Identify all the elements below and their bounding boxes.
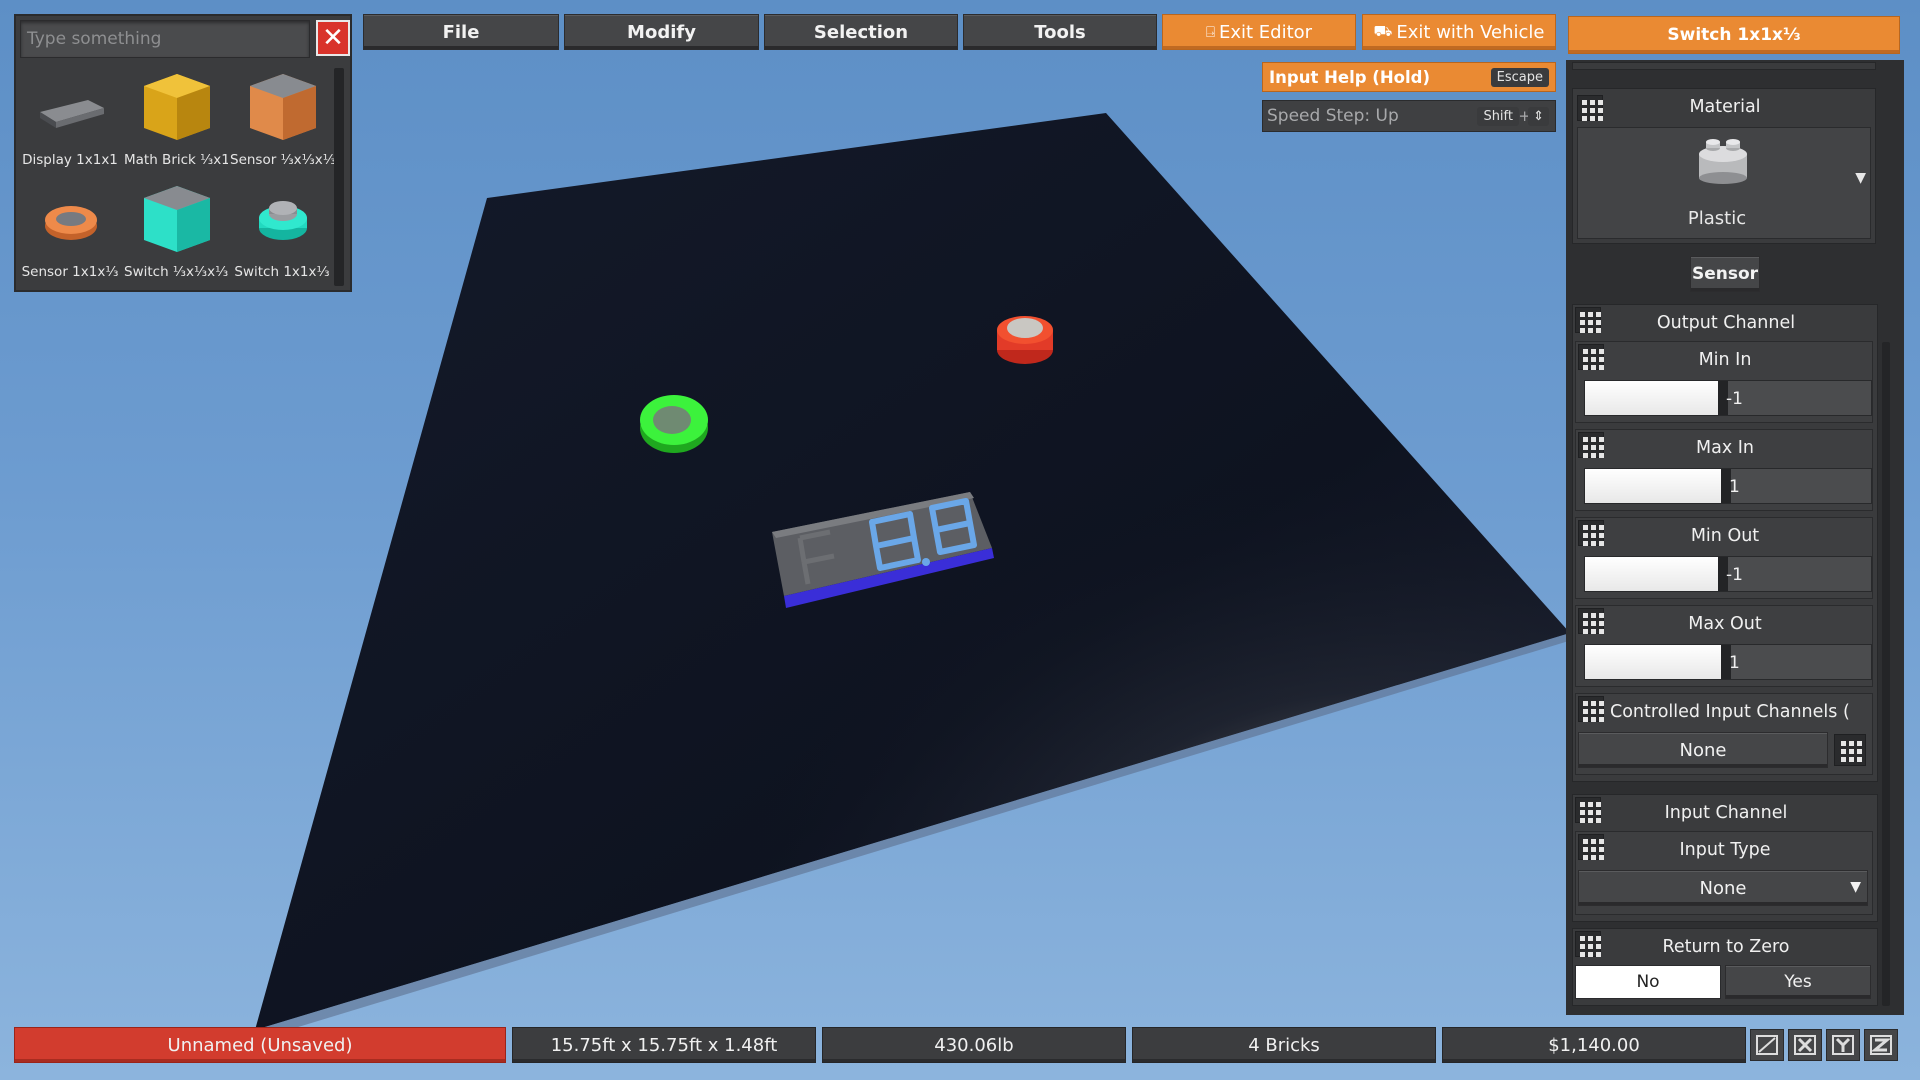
math-brick-icon [144, 74, 210, 140]
inspector-title: Switch 1x1x⅓ [1568, 16, 1900, 54]
palette-item[interactable]: Math Brick ⅓x1 [124, 68, 228, 178]
brick-count-status: 4 Bricks [1132, 1027, 1436, 1063]
return-to-zero-yes-button[interactable]: Yes [1725, 965, 1871, 999]
selection-menu-button[interactable]: Selection [764, 14, 958, 50]
output-channel-section: Output Channel Min In -1 Max In 1 Min Ou… [1572, 304, 1878, 782]
min-out-slider[interactable]: -1 [1584, 556, 1872, 592]
chevron-down-icon: ▼ [1855, 170, 1866, 186]
speed-step-hint: Speed Step: Up Shift + ⇕ [1262, 100, 1556, 132]
switch-button-icon [259, 201, 307, 240]
tools-menu-button[interactable]: Tools [963, 14, 1157, 50]
exit-door-icon: ⍈ [1205, 23, 1215, 41]
switch-cube-icon [144, 186, 210, 252]
axis-x-icon[interactable] [1788, 1029, 1822, 1061]
close-icon[interactable]: ✕ [316, 20, 350, 56]
weight-status: 430.06lb [822, 1027, 1126, 1063]
input-type-field: Input Type None ▼ [1575, 831, 1873, 915]
palette-item[interactable]: Sensor 1x1x⅓ [18, 180, 122, 290]
input-help-hint: Input Help (Hold) Escape [1262, 62, 1556, 92]
green-sensor-ring [640, 395, 708, 453]
controlled-channels-select[interactable]: None [1578, 732, 1828, 768]
sensor-type-button[interactable]: Sensor [1690, 256, 1760, 292]
axis-y-icon[interactable] [1826, 1029, 1860, 1061]
axis-z-icon[interactable] [1864, 1029, 1898, 1061]
brick-palette: Type something ✕ Display 1x1x1 Math Bric… [14, 14, 352, 292]
palette-item[interactable]: Switch ⅓x⅓x⅓ [124, 180, 228, 290]
palette-item[interactable]: Display 1x1x1 [18, 68, 122, 178]
cost-status: $1,140.00 [1442, 1027, 1746, 1063]
sensor-ring-icon [45, 206, 97, 240]
plastic-brick-icon [1699, 139, 1747, 184]
vehicle-name-status[interactable]: Unnamed (Unsaved) [14, 1027, 506, 1063]
shift-key-badge: Shift [1477, 106, 1519, 126]
material-section: Material Plastic ▼ [1572, 88, 1876, 244]
escape-key-badge: Escape [1490, 67, 1549, 87]
return-to-zero-no-button[interactable]: No [1575, 965, 1721, 999]
min-in-slider[interactable]: -1 [1584, 380, 1872, 416]
max-in-slider[interactable]: 1 [1584, 468, 1872, 504]
palette-scrollbar[interactable] [334, 68, 344, 286]
chevron-down-icon: ▼ [1850, 879, 1861, 895]
collapsed-section [1572, 62, 1876, 70]
input-type-dropdown[interactable]: None ▼ [1578, 870, 1868, 906]
dimensions-status: 15.75ft x 15.75ft x 1.48ft [512, 1027, 816, 1063]
controlled-input-channels-field: Controlled Input Channels ( None [1575, 693, 1873, 775]
exit-with-vehicle-button[interactable]: ⛟ Exit with Vehicle [1362, 14, 1556, 50]
vehicle-icon: ⛟ [1373, 22, 1393, 40]
grid-handle-icon[interactable] [1578, 696, 1604, 722]
display-brick-icon [40, 100, 104, 128]
return-to-zero-section: Return to Zero No Yes [1572, 928, 1878, 1006]
channel-picker-icon[interactable] [1834, 734, 1866, 766]
max-in-field: Max In 1 [1575, 429, 1873, 511]
palette-item[interactable]: Switch 1x1x⅓ [230, 180, 334, 290]
mouse-scroll-icon: ⇕ [1528, 106, 1549, 126]
file-menu-button[interactable]: File [363, 14, 559, 50]
material-dropdown[interactable]: Plastic ▼ [1577, 127, 1871, 239]
min-out-field: Min Out -1 [1575, 517, 1873, 599]
max-out-slider[interactable]: 1 [1584, 644, 1872, 680]
sensor-cube-icon [250, 74, 316, 140]
modify-menu-button[interactable]: Modify [564, 14, 759, 50]
exit-editor-button[interactable]: ⍈ Exit Editor [1162, 14, 1356, 50]
min-in-field: Min In -1 [1575, 341, 1873, 423]
axis-all-icon[interactable] [1750, 1029, 1784, 1061]
max-out-field: Max Out 1 [1575, 605, 1873, 687]
search-input[interactable]: Type something [20, 20, 310, 58]
inspector-scrollbar[interactable] [1882, 342, 1890, 1006]
palette-item[interactable]: Sensor ⅓x⅓x⅓ [230, 68, 334, 178]
red-switch-button [997, 316, 1053, 364]
input-channel-section: Input Channel Input Type None ▼ [1572, 794, 1878, 922]
